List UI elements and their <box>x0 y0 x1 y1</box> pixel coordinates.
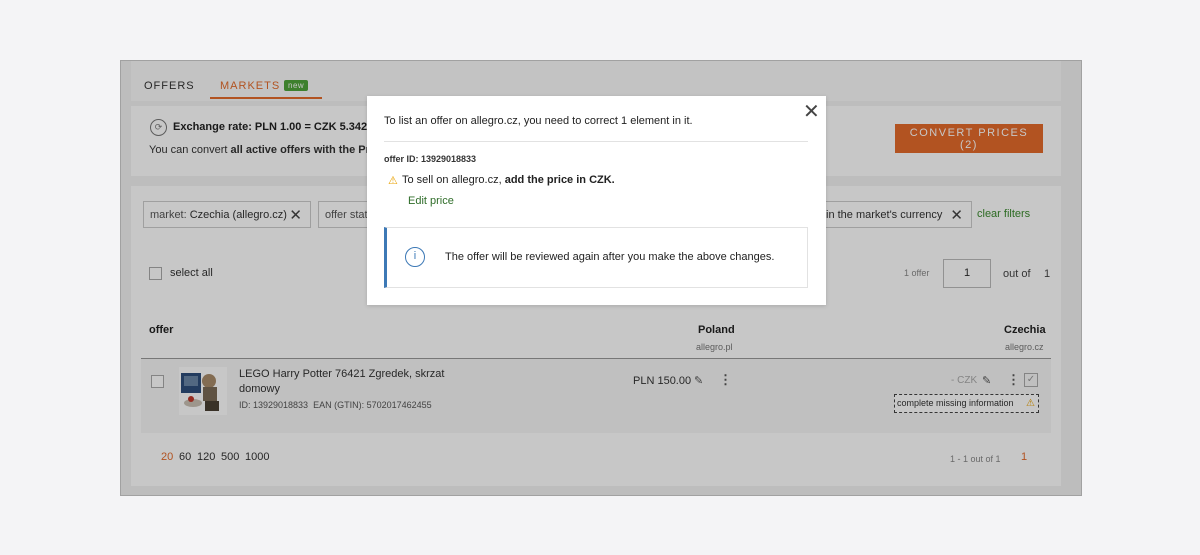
info-box: i The offer will be reviewed again after… <box>384 227 808 288</box>
warning-icon: ⚠ <box>388 175 398 187</box>
warning-bold: add the price in CZK. <box>504 174 615 186</box>
info-icon: i <box>405 247 425 267</box>
warning-prefix: To sell on allegro.cz, <box>402 174 505 186</box>
close-icon[interactable]: ✕ <box>803 102 820 122</box>
correction-dialog: To list an offer on allegro.cz, you need… <box>367 96 826 305</box>
info-text: The offer will be reviewed again after y… <box>445 251 775 263</box>
dialog-offer-id: offer ID: 13929018833 <box>384 154 477 164</box>
dialog-title: To list an offer on allegro.cz, you need… <box>384 115 693 127</box>
dialog-divider <box>384 141 808 142</box>
edit-price-link[interactable]: Edit price <box>408 195 454 207</box>
dialog-warning-text: To sell on allegro.cz, add the price in … <box>402 174 615 186</box>
